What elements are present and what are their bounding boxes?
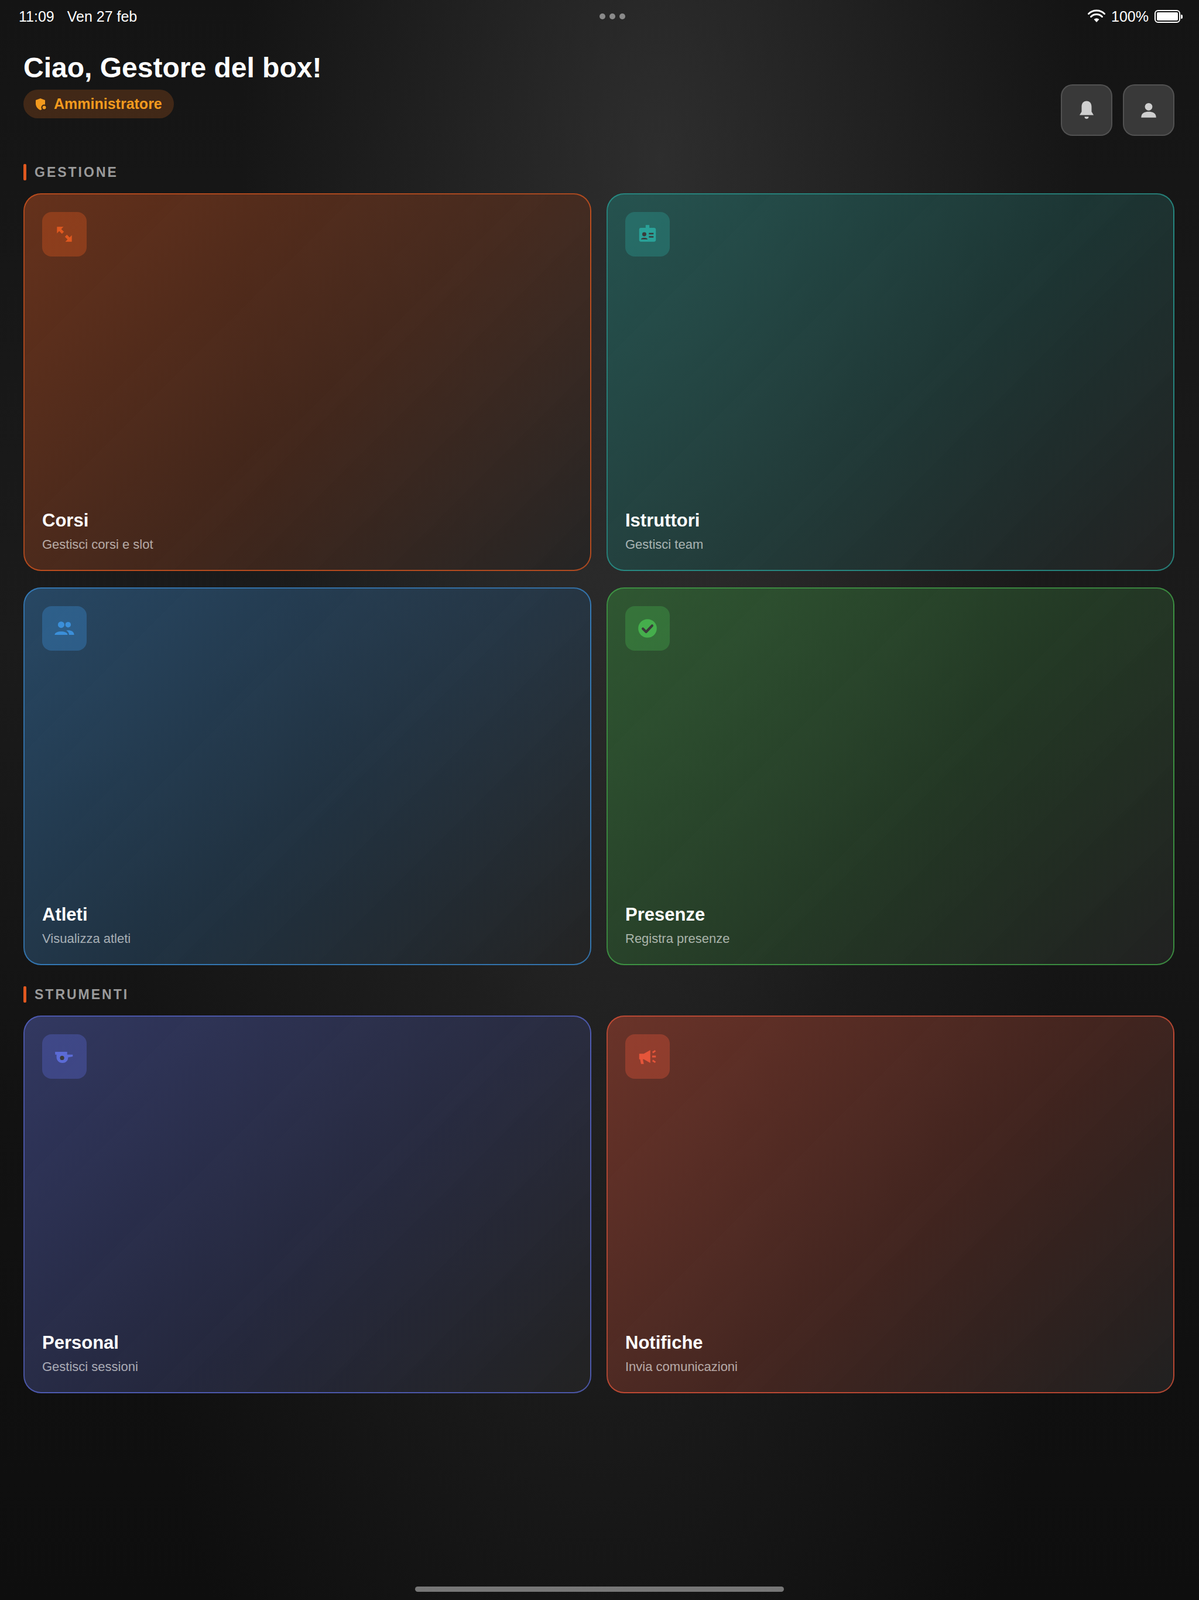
card-text: Notifiche Invia comunicazioni [625, 1331, 1156, 1375]
menu-card[interactable]: Atleti Visualizza atleti [23, 587, 592, 965]
menu-card[interactable]: Presenze Registra presenze [606, 587, 1175, 965]
card-subtitle: Registra presenze [625, 930, 1156, 947]
section-accent [23, 985, 27, 1003]
card-subtitle: Gestisci team [625, 536, 1156, 553]
home-indicator [415, 1585, 784, 1592]
dot [599, 13, 606, 20]
card-text: Corsi Gestisci corsi e slot [42, 509, 573, 553]
card-title: Personal [42, 1331, 573, 1353]
card-text: Personal Gestisci sessioni [42, 1331, 573, 1375]
battery-fill [1156, 12, 1178, 21]
profile-button[interactable] [1122, 84, 1175, 136]
header-left: Ciao, Gestore del box! Amministratore [23, 51, 322, 119]
menu-card[interactable]: Notifiche Invia comunicazioni [606, 1015, 1175, 1393]
card-icon-box [42, 1033, 87, 1079]
section-label: GESTIONE [34, 164, 119, 181]
status-right: 100% [1087, 8, 1181, 26]
section-title: GESTIONE [23, 163, 1175, 181]
greeting: Ciao, Gestore del box! [23, 51, 322, 84]
section: GESTIONE Corsi Gestisci corsi e slot Istrut… [0, 163, 1199, 965]
multitask-dots[interactable] [599, 13, 626, 20]
card-subtitle: Visualizza atleti [42, 930, 573, 947]
card-subtitle: Invia comunicazioni [625, 1358, 1156, 1375]
card-icon-box [625, 605, 670, 651]
status-time: 11:09 [18, 8, 55, 26]
role-label: Amministratore [53, 95, 163, 113]
card-text: Istruttori Gestisci team [625, 509, 1156, 553]
header: Ciao, Gestore del box! Amministratore [0, 29, 1199, 136]
notifications-button[interactable] [1060, 84, 1113, 136]
menu-card[interactable]: Istruttori Gestisci team [606, 193, 1175, 571]
check-icon [636, 617, 659, 640]
header-buttons [1060, 84, 1175, 136]
status-bar: 11:09 Ven 27 feb 100% [0, 0, 1199, 30]
person-icon [1138, 100, 1159, 121]
status-date: Ven 27 feb [67, 8, 138, 26]
section-accent [23, 163, 27, 181]
menu-card[interactable]: Corsi Gestisci corsi e slot [23, 193, 592, 571]
dot [609, 13, 616, 20]
wifi-icon [1087, 9, 1106, 24]
battery-icon [1154, 9, 1181, 23]
bell-icon [1076, 98, 1097, 122]
card-title: Corsi [42, 509, 573, 532]
section-label: STRUMENTI [34, 986, 129, 1003]
admin-icon [33, 97, 49, 112]
card-subtitle: Gestisci sessioni [42, 1358, 573, 1375]
card-grid: Corsi Gestisci corsi e slot Istruttori Gest… [23, 193, 1175, 965]
dot [619, 13, 626, 20]
card-icon-box [42, 211, 87, 257]
card-subtitle: Gestisci corsi e slot [42, 536, 573, 553]
whistle-icon [53, 1045, 76, 1068]
card-title: Notifiche [625, 1331, 1156, 1353]
card-title: Presenze [625, 903, 1156, 926]
card-text: Presenze Registra presenze [625, 903, 1156, 947]
card-icon-box [625, 211, 670, 257]
section-title: STRUMENTI [23, 985, 1175, 1003]
badge-row: Amministratore [23, 83, 322, 119]
card-title: Istruttori [625, 509, 1156, 532]
card-text: Atleti Visualizza atleti [42, 903, 573, 947]
badge-icon [636, 223, 659, 246]
card-title: Atleti [42, 903, 573, 926]
section: STRUMENTI Personal Gestisci sessioni Notifi… [0, 985, 1199, 1393]
megaphone-icon [636, 1045, 659, 1068]
card-icon-box [625, 1033, 670, 1079]
expand-icon [53, 223, 76, 246]
card-grid: Personal Gestisci sessioni Notifiche Invia … [23, 1015, 1175, 1393]
menu-card[interactable]: Personal Gestisci sessioni [23, 1015, 592, 1393]
card-icon-box [42, 605, 87, 651]
battery-percent: 100% [1111, 8, 1149, 26]
status-left: 11:09 Ven 27 feb [18, 8, 137, 26]
role-badge: Amministratore [23, 89, 174, 119]
people-icon [53, 617, 76, 640]
